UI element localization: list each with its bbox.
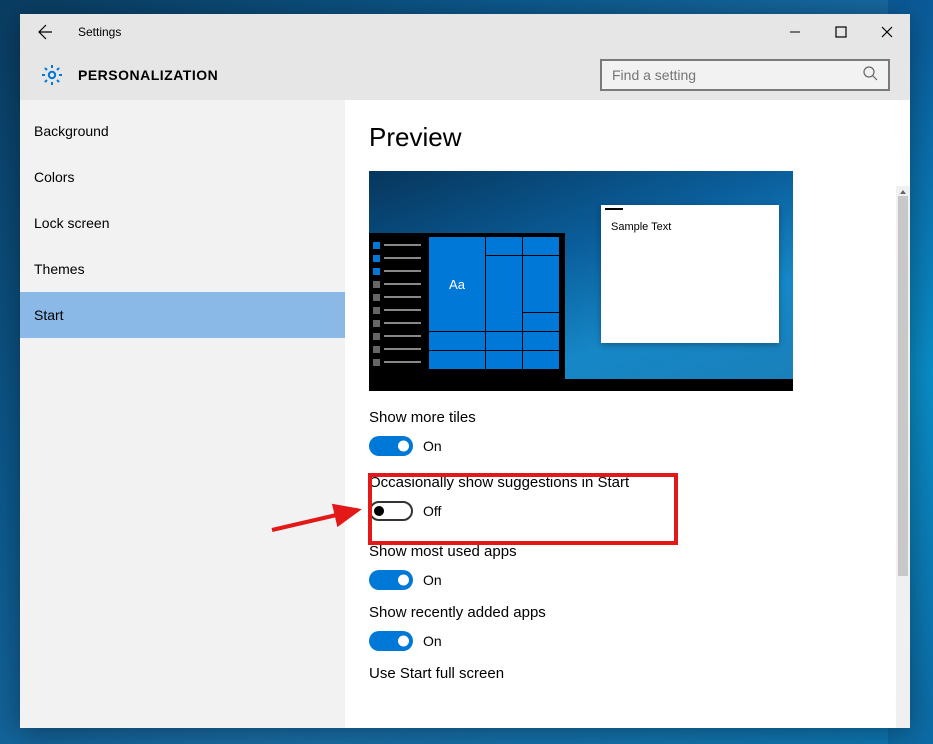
page-heading: Preview (369, 122, 910, 153)
content-area: Preview (345, 100, 910, 728)
search-icon (862, 65, 878, 86)
sidebar-item-themes[interactable]: Themes (20, 246, 345, 292)
setting-label: Show more tiles (369, 409, 910, 426)
sidebar: Background Colors Lock screen Themes Sta… (20, 100, 345, 728)
setting-label: Show recently added apps (369, 604, 910, 621)
sample-text: Sample Text (601, 213, 779, 241)
annotation-arrow (268, 500, 366, 536)
sidebar-item-start[interactable]: Start (20, 292, 345, 338)
close-button[interactable] (864, 14, 910, 50)
preview-sample-window: Sample Text (601, 205, 779, 343)
sidebar-item-label: Themes (34, 261, 85, 277)
annotation-highlight-box (368, 473, 678, 545)
maximize-button[interactable] (818, 14, 864, 50)
preview-tile-aa: Aa (429, 237, 485, 331)
settings-window: Settings PERSONALIZATION Background Colo… (20, 14, 910, 728)
sidebar-item-label: Start (34, 307, 64, 323)
setting-label: Use Start full screen (369, 665, 910, 682)
sidebar-item-colors[interactable]: Colors (20, 154, 345, 200)
scrollbar-thumb[interactable] (898, 196, 908, 576)
toggle-recently-added-apps[interactable] (369, 631, 413, 651)
preview-pane: Aa Sample Text (369, 171, 793, 391)
minimize-button[interactable] (772, 14, 818, 50)
window-title: Settings (78, 25, 121, 39)
header: PERSONALIZATION (20, 50, 910, 100)
setting-label: Show most used apps (369, 543, 910, 560)
toggle-value: On (423, 438, 442, 454)
preview-start-menu: Aa (369, 233, 565, 391)
titlebar: Settings (20, 14, 910, 50)
back-button[interactable] (32, 20, 56, 44)
sidebar-item-label: Lock screen (34, 215, 109, 231)
search-input[interactable] (612, 67, 852, 83)
toggle-most-used-apps[interactable] (369, 570, 413, 590)
gear-icon (40, 63, 64, 87)
setting-most-used-apps: Show most used apps On (369, 543, 910, 590)
sidebar-item-label: Background (34, 123, 109, 139)
sidebar-item-lock-screen[interactable]: Lock screen (20, 200, 345, 246)
toggle-value: On (423, 633, 442, 649)
toggle-show-more-tiles[interactable] (369, 436, 413, 456)
toggle-value: On (423, 572, 442, 588)
setting-show-more-tiles: Show more tiles On (369, 409, 910, 456)
category-title: PERSONALIZATION (78, 67, 218, 83)
search-box[interactable] (600, 59, 890, 91)
sidebar-item-background[interactable]: Background (20, 108, 345, 154)
sidebar-item-label: Colors (34, 169, 74, 185)
setting-recently-added-apps: Show recently added apps On (369, 604, 910, 651)
setting-start-full-screen: Use Start full screen (369, 665, 910, 682)
scrollbar[interactable] (896, 186, 910, 728)
